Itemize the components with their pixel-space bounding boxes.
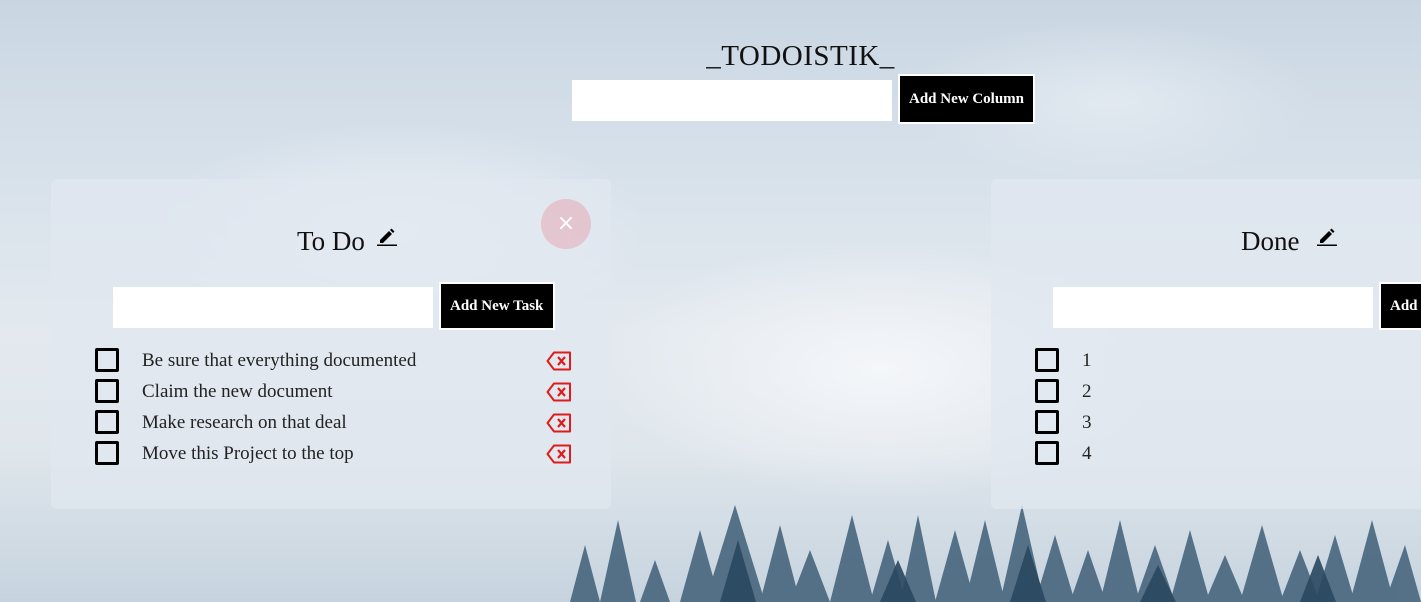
delete-task-icon[interactable] bbox=[546, 413, 572, 433]
task-text: Claim the new document bbox=[142, 381, 333, 402]
checkbox-icon[interactable] bbox=[1035, 379, 1059, 403]
add-new-column-button[interactable]: Add New Column bbox=[898, 74, 1035, 124]
checkbox-icon[interactable] bbox=[95, 441, 119, 465]
task-text: Move this Project to the top bbox=[142, 443, 354, 464]
delete-task-icon[interactable] bbox=[546, 444, 572, 464]
checkbox-icon[interactable] bbox=[1035, 348, 1059, 372]
add-new-task-button[interactable]: Add New Task bbox=[1379, 282, 1421, 330]
delete-task-icon[interactable] bbox=[546, 351, 572, 371]
task-text: 4 bbox=[1082, 443, 1092, 464]
task-text: Make research on that deal bbox=[142, 412, 347, 433]
checkbox-icon[interactable] bbox=[1035, 410, 1059, 434]
checkbox-icon[interactable] bbox=[95, 379, 119, 403]
delete-task-icon[interactable] bbox=[546, 382, 572, 402]
new-task-input[interactable] bbox=[113, 287, 433, 328]
task-text: 1 bbox=[1082, 350, 1092, 371]
task-text: 3 bbox=[1082, 412, 1092, 433]
task-text: 2 bbox=[1082, 381, 1092, 402]
close-column-button[interactable]: × bbox=[541, 199, 591, 249]
pencil-icon[interactable] bbox=[377, 226, 397, 246]
app-title: _TODOISTIK_ bbox=[706, 40, 895, 72]
new-column-input[interactable] bbox=[572, 80, 892, 121]
checkbox-icon[interactable] bbox=[1035, 441, 1059, 465]
new-task-input[interactable] bbox=[1053, 287, 1373, 328]
checkbox-icon[interactable] bbox=[95, 410, 119, 434]
column-title: Done bbox=[1241, 226, 1300, 256]
checkbox-icon[interactable] bbox=[95, 348, 119, 372]
column-title: To Do bbox=[297, 226, 365, 256]
task-text: Be sure that everything documented bbox=[142, 350, 417, 371]
add-new-task-button[interactable]: Add New Task bbox=[439, 282, 555, 330]
pencil-icon[interactable] bbox=[1317, 226, 1337, 246]
close-icon: × bbox=[556, 211, 576, 236]
